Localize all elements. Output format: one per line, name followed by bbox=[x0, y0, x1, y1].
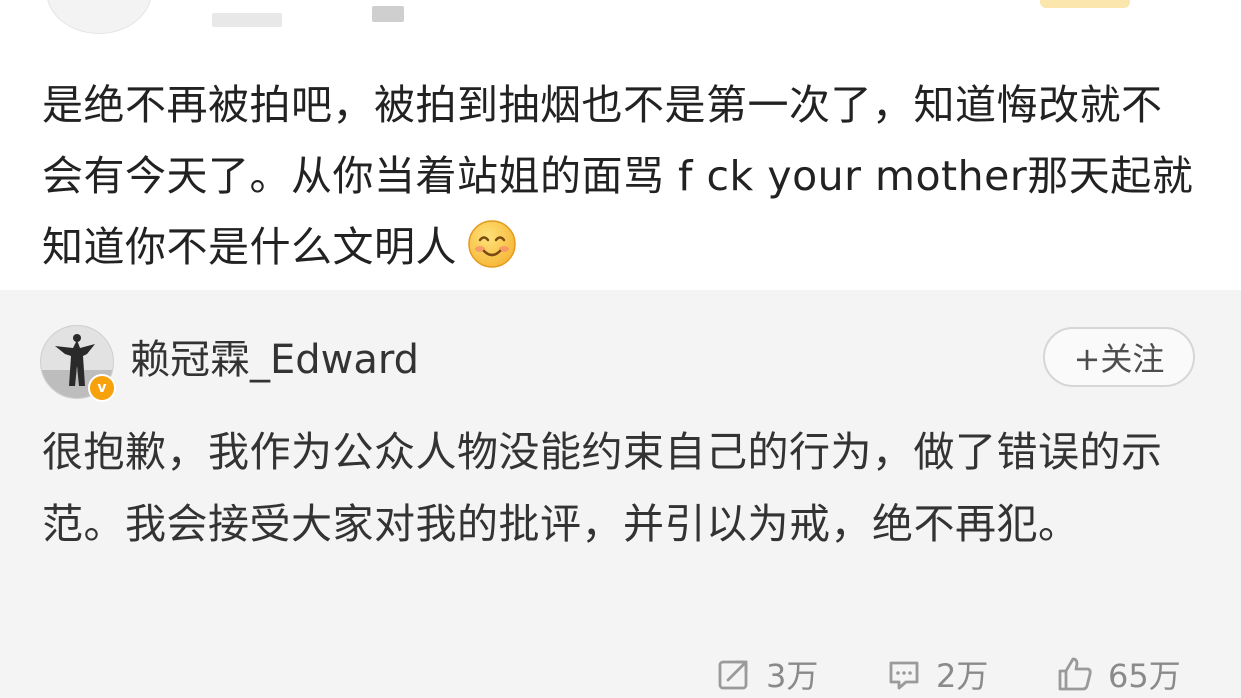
original-comment-body: 是绝不再被拍吧，被拍到抽烟也不是第一次了，知道悔改就不会有今天了。从你当着站姐的… bbox=[42, 81, 1194, 271]
reply-action-bar: 3万 2万 65万 bbox=[0, 650, 1241, 698]
reply-card: v 赖冠霖_Edward +关注 很抱歉，我作为公众人物没能约束自己的行为，做了… bbox=[0, 290, 1241, 698]
share-icon bbox=[718, 660, 748, 690]
original-comment: 是绝不再被拍吧，被拍到抽烟也不是第一次了，知道悔改就不会有今天了。从你当着站姐的… bbox=[0, 0, 1241, 290]
blurred-username-part bbox=[372, 6, 404, 22]
comment-icon bbox=[889, 661, 919, 690]
original-comment-text: 是绝不再被拍吧，被拍到抽烟也不是第一次了，知道悔改就不会有今天了。从你当着站姐的… bbox=[42, 70, 1202, 283]
smile-emoji-icon bbox=[467, 219, 517, 269]
reply-username[interactable]: 赖冠霖_Edward bbox=[130, 334, 419, 386]
verified-badge-icon: v bbox=[88, 374, 116, 402]
like-action[interactable]: 65万 bbox=[1056, 650, 1181, 698]
share-count: 3万 bbox=[766, 657, 819, 695]
share-action[interactable]: 3万 bbox=[716, 650, 818, 698]
comment-action[interactable]: 2万 bbox=[886, 650, 988, 698]
blurred-username bbox=[212, 13, 282, 27]
follow-button[interactable]: +关注 bbox=[1043, 327, 1195, 387]
commenter-avatar[interactable] bbox=[46, 0, 152, 34]
thumbs-up-icon bbox=[1058, 657, 1092, 691]
member-badge bbox=[1040, 0, 1130, 8]
reply-text: 很抱歉，我作为公众人物没能约束自己的行为，做了错误的示范。我会接受大家对我的批评… bbox=[42, 428, 1163, 548]
like-count: 65万 bbox=[1108, 657, 1181, 695]
comment-count: 2万 bbox=[936, 657, 989, 695]
